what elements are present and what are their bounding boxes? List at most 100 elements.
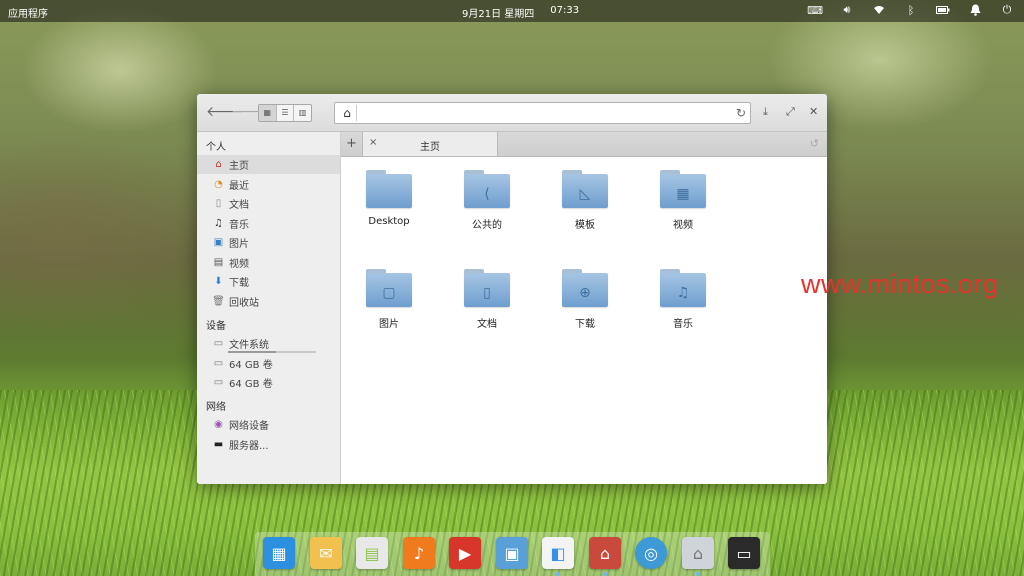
download-icon[interactable]: ⤓ bbox=[763, 105, 768, 119]
section-personal: 个人 bbox=[206, 142, 226, 153]
sidebar-item-label: 下载 bbox=[229, 278, 249, 289]
browser-icon[interactable]: ◎ bbox=[635, 537, 667, 569]
folder-documents[interactable]: ▯ 文档 bbox=[447, 261, 527, 341]
download-icon: ⬇ bbox=[214, 276, 223, 287]
sidebar-item-trash[interactable]: 🗑︎ 回收站 bbox=[197, 292, 340, 311]
home-icon[interactable]: ⌂ bbox=[338, 105, 357, 121]
back-arrow-icon[interactable]: 🡐 bbox=[206, 104, 244, 120]
tab-home[interactable]: × 主页 bbox=[363, 132, 498, 156]
folder-name: 模板 bbox=[575, 220, 595, 231]
app-store-icon[interactable]: ⌂ bbox=[589, 537, 621, 569]
forward-arrow-icon[interactable]: 🡒 bbox=[231, 104, 269, 120]
sidebar-item-recent[interactable]: ◔ 最近 bbox=[197, 175, 340, 194]
photos-icon[interactable]: ▣ bbox=[496, 537, 528, 569]
sidebar-item-label: 回收站 bbox=[229, 298, 259, 309]
wifi-icon[interactable] bbox=[872, 3, 886, 17]
sidebar-item-label: 最近 bbox=[229, 181, 249, 192]
sidebar-item-music[interactable]: ♫ 音乐 bbox=[197, 214, 340, 233]
sidebar-item-home[interactable]: ⌂ 主页 bbox=[197, 155, 340, 174]
notification-bell-icon[interactable] bbox=[968, 3, 982, 17]
sidebar-item-server[interactable]: ▬ 服务器... bbox=[197, 435, 340, 454]
sidebar-item-volume-1[interactable]: ▭ 64 GB 卷 bbox=[197, 354, 340, 373]
sidebar: 个人 ⌂ 主页 ◔ 最近 ▯ 文档 ♫ 音乐 ▣ 图片 ▤ 视频 ⬇ 下载 🗑︎… bbox=[197, 132, 341, 484]
sidebar-item-network[interactable]: ◉ 网络设备 bbox=[197, 415, 340, 434]
drive-icon: ▭ bbox=[213, 338, 224, 349]
mail-icon[interactable]: ✉ bbox=[310, 537, 342, 569]
battery-icon[interactable] bbox=[936, 3, 950, 17]
document-icon: ▯ bbox=[215, 198, 222, 209]
keyboard-icon[interactable]: ⌨ bbox=[807, 3, 823, 17]
maximize-icon[interactable]: ⤢ bbox=[786, 105, 795, 119]
column-view-button[interactable]: ▥ bbox=[294, 105, 311, 121]
folder-videos[interactable]: ▦ 视频 bbox=[643, 162, 723, 242]
folder-public[interactable]: ⟨ 公共的 bbox=[447, 162, 527, 242]
folder-name: Desktop bbox=[368, 216, 410, 227]
settings-toggle-icon[interactable]: ◧ bbox=[542, 537, 574, 569]
folder-videos-icon: ▦ bbox=[660, 170, 706, 208]
sidebar-item-label: 网络设备 bbox=[229, 421, 269, 432]
video-player-icon[interactable]: ▶ bbox=[449, 537, 481, 569]
folder-name: 公共的 bbox=[472, 220, 502, 231]
sidebar-item-filesystem[interactable]: ▭ 文件系统 bbox=[197, 334, 340, 353]
icon-view-button[interactable]: ▦ bbox=[259, 105, 277, 121]
clock[interactable]: 9月21日 星期四 07:33 bbox=[462, 5, 579, 20]
sidebar-item-videos[interactable]: ▤ 视频 bbox=[197, 253, 340, 272]
toolbar: 🡐 🡒 ▦ ☰ ▥ ⌂ ↻ ⤓ ⤢ ✕ bbox=[197, 94, 827, 132]
folder-music[interactable]: ♫ 音乐 bbox=[643, 261, 723, 341]
sidebar-item-documents[interactable]: ▯ 文档 bbox=[197, 194, 340, 213]
sidebar-item-label: 文档 bbox=[229, 200, 249, 211]
sidebar-item-label: 主页 bbox=[229, 161, 249, 172]
running-indicator bbox=[603, 572, 607, 576]
drive-icon: ▭ bbox=[213, 377, 224, 388]
music-player-icon[interactable]: ♪ bbox=[403, 537, 435, 569]
folder-documents-icon: ▯ bbox=[464, 269, 510, 307]
sidebar-item-label: 64 GB 卷 bbox=[229, 360, 273, 371]
multitasking-icon[interactable]: ▦ bbox=[263, 537, 295, 569]
new-tab-button[interactable]: + bbox=[341, 132, 363, 156]
top-panel: 应用程序 9月21日 星期四 07:33 ⌨ 🔊︎ ᛒ ⏻ bbox=[0, 0, 1024, 22]
home-icon: ⌂ bbox=[215, 159, 222, 170]
folder-pictures-icon: ▢ bbox=[366, 269, 412, 307]
sidebar-item-pictures[interactable]: ▣ 图片 bbox=[197, 233, 340, 252]
folder-desktop[interactable]: Desktop bbox=[349, 162, 429, 242]
folder-icon bbox=[366, 170, 412, 208]
sidebar-item-label: 服务器... bbox=[229, 441, 269, 452]
applications-menu[interactable]: 应用程序 bbox=[8, 5, 48, 20]
watermark-text: www.mintos.org bbox=[801, 269, 999, 299]
folder-downloads[interactable]: ⊕ 下载 bbox=[545, 261, 625, 341]
sidebar-item-volume-2[interactable]: ▭ 64 GB 卷 bbox=[197, 373, 340, 392]
running-indicator bbox=[556, 572, 560, 576]
network-icon: ◉ bbox=[214, 419, 223, 430]
sidebar-item-downloads[interactable]: ⬇ 下载 bbox=[197, 272, 340, 291]
folder-pictures[interactable]: ▢ 图片 bbox=[349, 261, 429, 341]
screenshot-icon[interactable]: ▭ bbox=[728, 537, 760, 569]
music-icon: ♫ bbox=[214, 218, 223, 229]
video-icon: ▤ bbox=[213, 257, 224, 268]
volume-icon[interactable]: 🔊︎ bbox=[840, 3, 854, 17]
sidebar-item-label: 音乐 bbox=[229, 220, 249, 231]
view-mode-switcher: ▦ ☰ ▥ bbox=[258, 104, 312, 122]
time-label: 07:33 bbox=[550, 5, 580, 16]
location-bar[interactable]: ⌂ ↻ bbox=[334, 102, 751, 124]
bluetooth-icon[interactable]: ᛒ bbox=[904, 3, 918, 17]
file-grid: Desktop ⟨ 公共的 ◺ 模板 ▦ 视频 ▢ 图片 ▯ 文档 ⊕ 下载 ♫… bbox=[341, 157, 827, 484]
section-network: 网络 bbox=[206, 402, 226, 413]
close-icon[interactable]: ✕ bbox=[809, 105, 818, 119]
tab-bar: + × 主页 ↺ bbox=[341, 132, 827, 157]
reload-icon[interactable]: ↻ bbox=[736, 105, 746, 121]
folder-downloads-icon: ⊕ bbox=[562, 269, 608, 307]
folder-templates[interactable]: ◺ 模板 bbox=[545, 162, 625, 242]
disk-usage-bar bbox=[228, 351, 316, 353]
restore-tab-icon[interactable]: ↺ bbox=[810, 137, 819, 150]
folder-name: 下载 bbox=[575, 319, 595, 330]
power-icon[interactable]: ⏻ bbox=[1000, 3, 1014, 17]
folder-name: 视频 bbox=[673, 220, 693, 231]
list-view-button[interactable]: ☰ bbox=[277, 105, 295, 121]
calendar-icon[interactable]: ▤ bbox=[356, 537, 388, 569]
folder-name: 文档 bbox=[477, 319, 497, 330]
folder-name: 音乐 bbox=[673, 319, 693, 330]
trash-icon: 🗑︎ bbox=[212, 296, 225, 307]
picture-icon: ▣ bbox=[213, 237, 224, 248]
recent-icon: ◔ bbox=[214, 179, 223, 190]
files-icon[interactable]: ⌂ bbox=[682, 537, 714, 569]
